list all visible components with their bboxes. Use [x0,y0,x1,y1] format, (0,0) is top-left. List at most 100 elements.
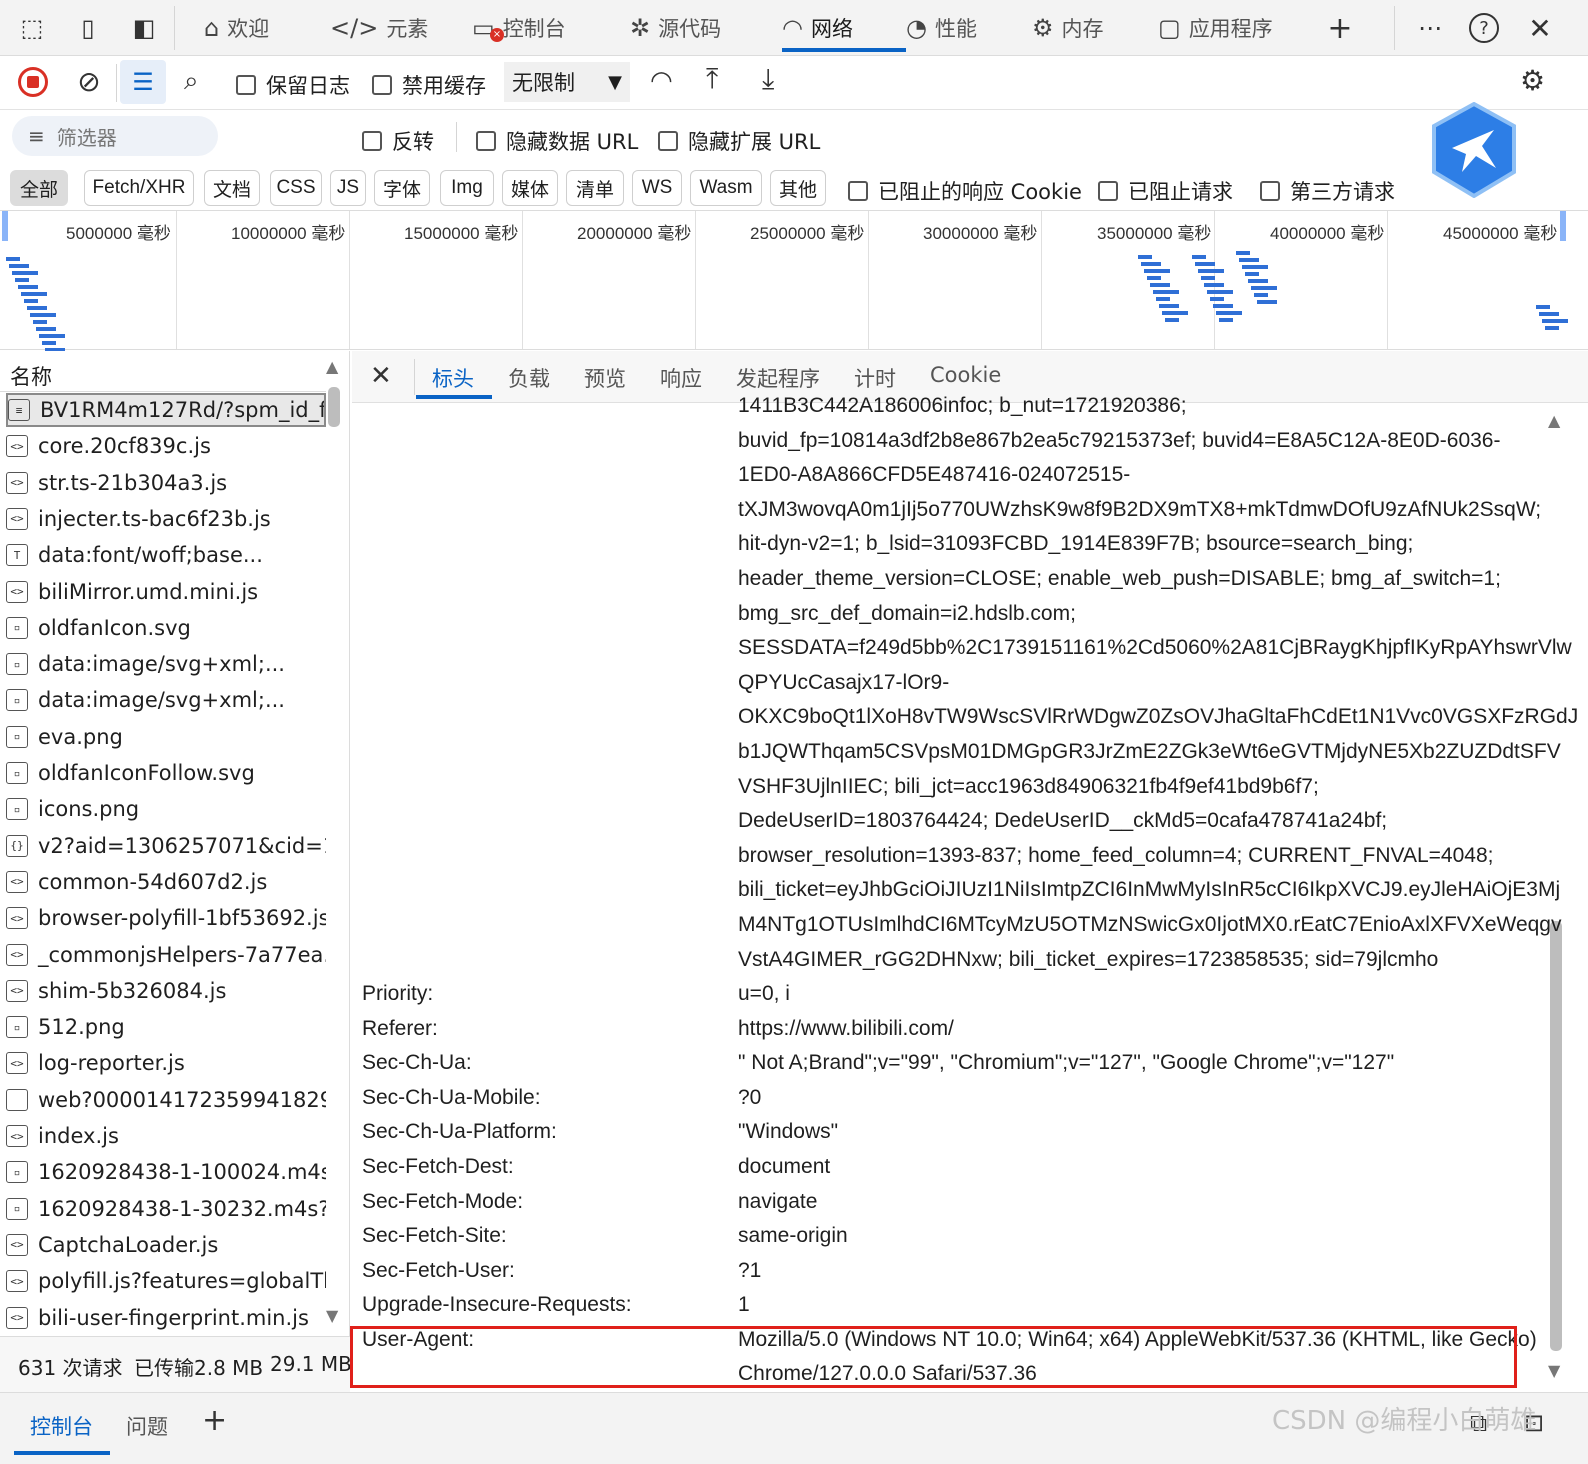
add-tab-icon[interactable]: + [1322,10,1358,46]
tab-headers[interactable]: 标头 [432,363,474,393]
details-scrollbar[interactable] [1550,921,1562,1351]
tab-performance[interactable]: ◔ 性能 [906,8,977,48]
request-row[interactable]: <> bili-user-fingerprint.min.js [6,1301,326,1335]
request-row[interactable]: <> index.js [6,1119,326,1153]
checkbox-box[interactable] [362,131,382,151]
request-row[interactable]: <> shim-5b326084.js [6,974,326,1008]
drawer-add-tab-icon[interactable]: + [202,1403,227,1438]
type-filter-other[interactable]: 其他 [770,170,826,206]
close-devtools-icon[interactable]: ✕ [1522,10,1558,46]
import-har-icon[interactable]: ⤒ [706,62,718,96]
request-row[interactable]: ▫ eva.png [6,720,326,754]
type-filter-js[interactable]: JS [330,170,366,206]
tab-initiator[interactable]: 发起程序 [736,363,820,393]
request-row[interactable]: ▫ oldfanIcon.svg [6,611,326,645]
inspect-element-icon[interactable]: ⬚ [14,10,50,46]
overview-handle-right[interactable] [1560,211,1566,241]
search-icon[interactable]: ⌕ [184,66,199,97]
request-row[interactable]: <> browser-polyfill-1bf53692.js [6,901,326,935]
blocked-requests-checkbox[interactable]: 已阻止请求 [1098,176,1233,206]
type-filter-all[interactable]: 全部 [10,170,68,206]
filter-input[interactable]: ≡ 筛选器 [12,116,218,156]
type-filter-css[interactable]: CSS [270,170,322,206]
hide-data-urls-checkbox[interactable]: 隐藏数据 URL [476,126,638,156]
request-row[interactable]: <> common-54d607d2.js [6,865,326,899]
blocked-cookies-checkbox[interactable]: 已阻止的响应 Cookie [848,176,1082,206]
tab-memory[interactable]: ⚙ 内存 [1032,8,1104,48]
tab-response[interactable]: 响应 [660,363,702,393]
request-row[interactable]: ▫ data:image/svg+xml;... [6,683,326,717]
request-row[interactable]: <> biliMirror.umd.mini.js [6,575,326,609]
request-row[interactable]: <> str.ts-21b304a3.js [6,466,326,500]
type-filter-media[interactable]: 媒体 [502,170,558,206]
third-party-checkbox[interactable]: 第三方请求 [1260,176,1395,206]
network-overview-timeline[interactable]: 5000000 毫秒 10000000 毫秒 15000000 毫秒 20000… [0,210,1588,352]
hide-extension-urls-checkbox[interactable]: 隐藏扩展 URL [658,126,820,156]
details-scroll-up-arrow-icon[interactable]: ▲ [1548,411,1560,430]
type-filter-fetch-xhr[interactable]: Fetch/XHR [84,170,194,206]
tab-payload[interactable]: 负载 [508,363,550,393]
filter-toggle-icon[interactable]: ☰ [120,60,166,104]
request-row[interactable]: <> injecter.ts-bac6f23b.js [6,502,326,536]
type-filter-wasm[interactable]: Wasm [690,170,762,206]
checkbox-box[interactable] [476,131,496,151]
tab-network[interactable]: ◠ 网络 [782,8,853,48]
tab-cookies[interactable]: Cookie [930,363,1001,387]
dock-side-icon[interactable]: ◧ [126,10,162,46]
checkbox-box[interactable] [658,131,678,151]
request-row[interactable]: Tdata:font/woff;base... [6,538,326,572]
preserve-log-checkbox[interactable]: 保留日志 [236,70,350,100]
tab-preview[interactable]: 预览 [584,363,626,393]
scroll-up-arrow-icon[interactable]: ▲ [326,357,338,376]
drawer-tab-console[interactable]: 控制台 [30,1411,93,1441]
name-column-header[interactable]: 名称 [10,361,52,391]
help-icon[interactable]: ? [1466,10,1502,46]
details-scroll-down-arrow-icon[interactable]: ▼ [1548,1361,1560,1380]
type-filter-ws[interactable]: WS [632,170,682,206]
request-row[interactable]: <> core.20cf839c.js [6,429,326,463]
overview-handle-left[interactable] [2,211,8,241]
drawer-tab-issues[interactable]: 问题 [126,1411,168,1441]
tab-sources[interactable]: ✲ 源代码 [630,8,721,48]
more-options-icon[interactable]: ⋯ [1412,10,1448,46]
checkbox-box[interactable] [236,75,256,95]
close-details-icon[interactable]: ✕ [370,361,392,391]
checkbox-box[interactable] [372,75,392,95]
checkbox-box[interactable] [848,181,868,201]
tab-timing[interactable]: 计时 [854,363,896,393]
request-row[interactable]: ▫ 1620928438-1-30232.m4s?... [6,1192,326,1226]
settings-gear-icon[interactable]: ⚙ [1520,64,1545,97]
tab-console[interactable]: ▭ × 控制台 [472,8,566,48]
network-conditions-icon[interactable]: ◠ [650,66,673,96]
invert-checkbox[interactable]: 反转 [362,126,434,156]
request-row[interactable]: ▫ 1620928438-1-100024.m4s... [6,1155,326,1189]
tab-application[interactable]: ▢ 应用程序 [1158,8,1273,48]
scroll-down-arrow-icon[interactable]: ▼ [326,1306,338,1325]
export-har-icon[interactable]: ⤓ [762,62,774,96]
type-filter-font[interactable]: 字体 [374,170,430,206]
request-row[interactable]: <> CaptchaLoader.js [6,1228,326,1262]
request-row[interactable]: <> _commonjsHelpers-7a77ea... [6,938,326,972]
request-row[interactable]: ▫ icons.png [6,792,326,826]
checkbox-box[interactable] [1098,181,1118,201]
tab-elements[interactable]: </> 元素 [330,8,428,48]
disable-cache-checkbox[interactable]: 禁用缓存 [372,70,486,100]
throttling-select[interactable]: 无限制 ▼ [504,62,630,102]
request-row[interactable]: ▫ data:image/svg+xml;... [6,647,326,681]
checkbox-box[interactable] [1260,181,1280,201]
type-filter-doc[interactable]: 文档 [204,170,260,206]
record-button[interactable] [18,67,48,97]
request-row[interactable]: {} v2?aid=1306257071&cid=1... [6,829,326,863]
clear-icon[interactable]: ⊘ [74,67,104,97]
request-row[interactable]: ▫ 512.png [6,1010,326,1044]
request-row[interactable]: <> polyfill.js?features=globalThis [6,1264,326,1298]
type-filter-img[interactable]: Img [440,170,494,206]
request-row[interactable]: web?000014172359941829... [6,1083,326,1117]
list-scrollbar[interactable] [328,387,340,427]
request-row[interactable]: ▫ oldfanIconFollow.svg [6,756,326,790]
type-filter-manifest[interactable]: 清单 [566,170,624,206]
tab-welcome[interactable]: ⌂ 欢迎 [204,8,269,48]
request-row[interactable]: ≡ BV1RM4m127Rd/?spm_id_f... [6,393,326,427]
request-row[interactable]: <> log-reporter.js [6,1046,326,1080]
device-emulation-icon[interactable]: ▯ [70,10,106,46]
